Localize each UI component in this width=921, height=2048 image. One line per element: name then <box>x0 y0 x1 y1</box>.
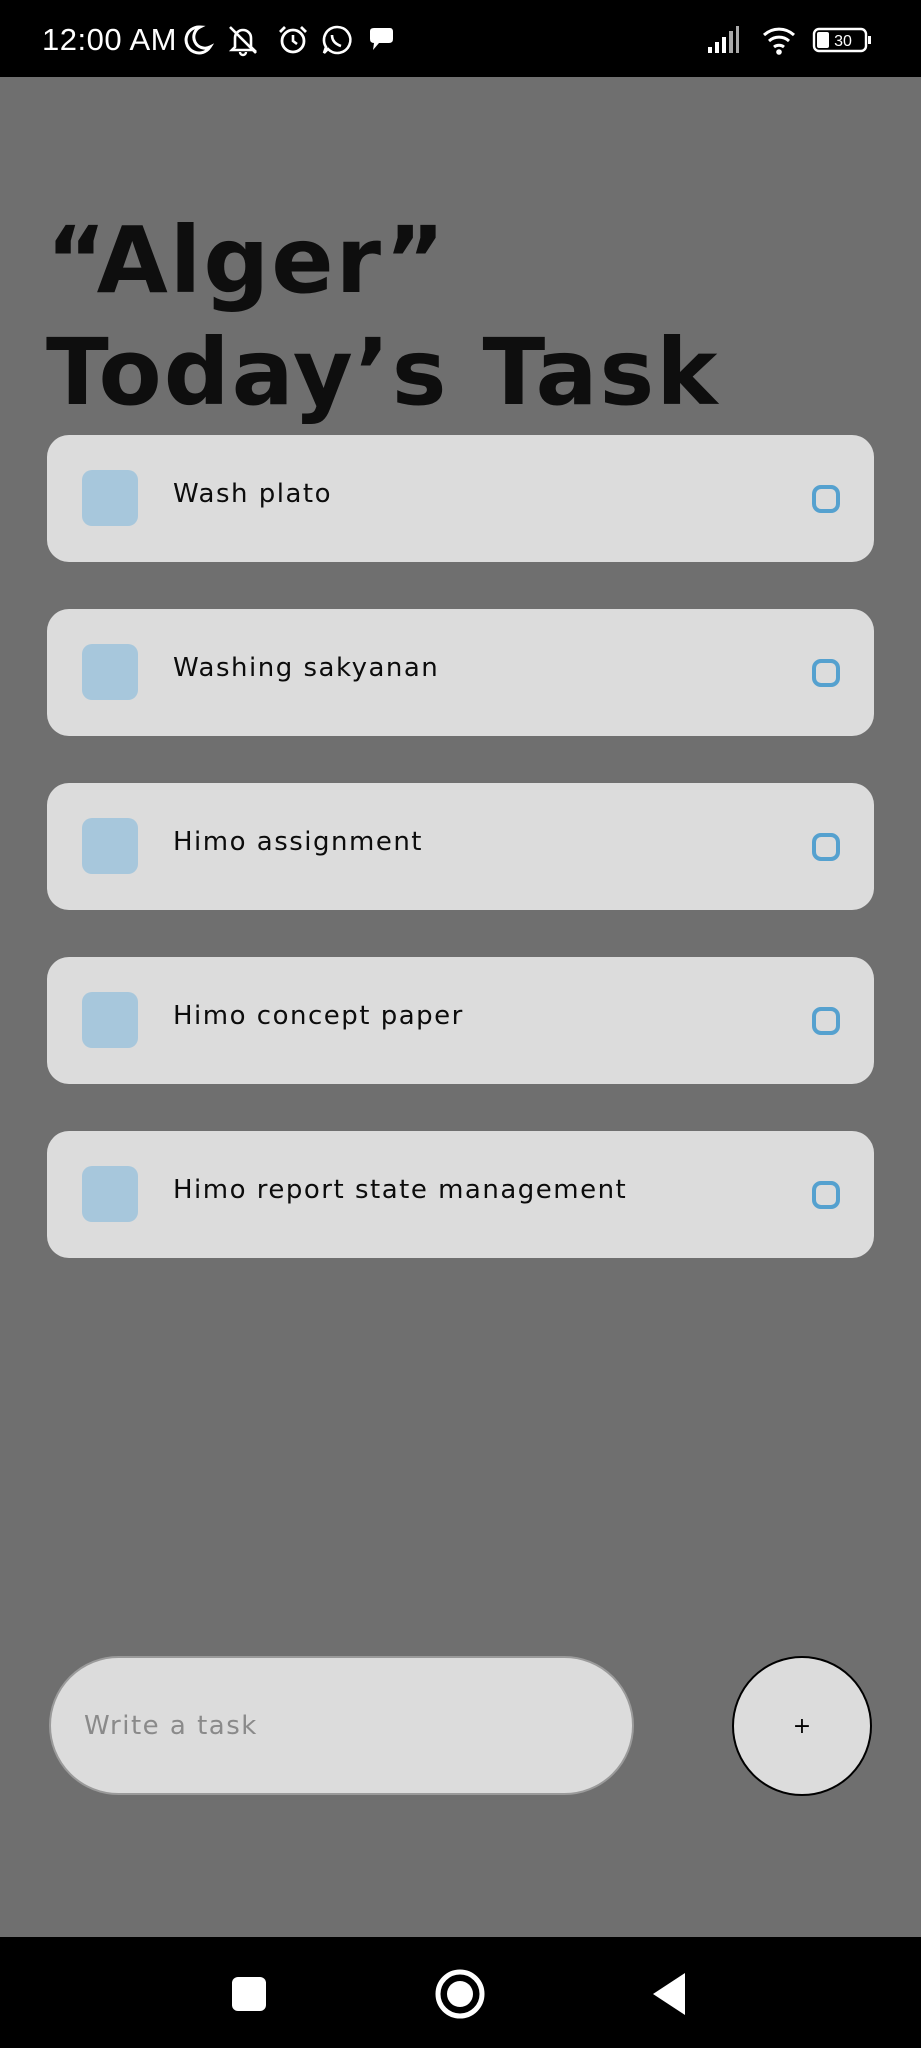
signal-icon <box>706 23 740 57</box>
task-status-circle-icon[interactable] <box>812 833 840 861</box>
battery-level: 30 <box>834 33 852 50</box>
task-square-icon <box>82 818 138 874</box>
task-label: Himo assignment <box>173 827 423 857</box>
back-icon[interactable] <box>643 1967 697 2021</box>
task-list: Wash plato Washing sakyanan Himo assignm… <box>47 435 874 1305</box>
screen: 12:00 AM 30 “Alger” Today’s Task Wash pl… <box>0 0 921 2048</box>
task-status-circle-icon[interactable] <box>812 1181 840 1209</box>
task-item[interactable]: Wash plato <box>47 435 874 562</box>
task-status-circle-icon[interactable] <box>812 659 840 687</box>
status-time: 12:00 AM <box>42 22 177 57</box>
task-square-icon <box>82 1166 138 1222</box>
task-item[interactable]: Himo report state management <box>47 1131 874 1258</box>
recents-icon[interactable] <box>222 1967 276 2021</box>
task-input[interactable] <box>51 1658 632 1793</box>
task-status-circle-icon[interactable] <box>812 1007 840 1035</box>
task-item[interactable]: Himo assignment <box>47 783 874 910</box>
bell-off-icon <box>226 23 260 57</box>
battery-icon: 30 <box>812 23 872 57</box>
task-item[interactable]: Washing sakyanan <box>47 609 874 736</box>
task-square-icon <box>82 644 138 700</box>
moon-icon <box>180 23 214 57</box>
task-label: Himo report state management <box>173 1175 628 1205</box>
task-input-container <box>49 1656 634 1795</box>
task-square-icon <box>82 470 138 526</box>
task-label: Wash plato <box>173 479 333 509</box>
task-label: Himo concept paper <box>173 1001 464 1031</box>
task-square-icon <box>82 992 138 1048</box>
navigation-bar <box>0 1937 921 2048</box>
page-title: “Alger” Today’s Task <box>46 207 720 426</box>
alarm-icon <box>276 23 310 57</box>
whatsapp-icon <box>320 23 354 57</box>
task-status-circle-icon[interactable] <box>812 485 840 513</box>
chat-icon <box>364 23 398 57</box>
home-icon[interactable] <box>433 1967 487 2021</box>
status-bar: 12:00 AM 30 <box>0 0 921 77</box>
add-task-button[interactable]: + <box>732 1656 872 1796</box>
wifi-icon <box>762 23 796 57</box>
task-label: Washing sakyanan <box>173 653 440 683</box>
task-item[interactable]: Himo concept paper <box>47 957 874 1084</box>
